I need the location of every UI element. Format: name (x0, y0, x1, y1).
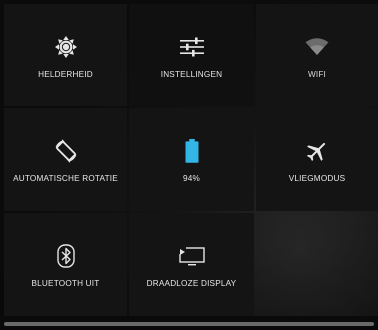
tile-label: DRAADLOZE DISPLAY (146, 279, 237, 288)
tile-label: INSTELLINGEN (160, 70, 223, 79)
settings-sliders-icon (172, 34, 212, 60)
wifi-icon (297, 34, 337, 60)
tile-airplane-mode[interactable]: VLIEGMODUS (256, 108, 378, 211)
tile-wireless-display[interactable]: DRAADLOZE DISPLAY (129, 213, 254, 316)
brightness-icon (46, 34, 86, 60)
tile-battery[interactable]: 94% (129, 108, 254, 211)
battery-icon (172, 138, 212, 164)
tile-bluetooth[interactable]: BLUETOOTH UIT (4, 213, 127, 316)
airplane-icon (297, 138, 337, 164)
tile-brightness[interactable]: HELDERHEID (4, 4, 127, 106)
bluetooth-icon (46, 243, 86, 269)
tile-wifi[interactable]: WIFI (256, 4, 378, 106)
tile-label: WIFI (307, 70, 327, 79)
panel-drag-handle[interactable] (4, 322, 374, 326)
auto-rotate-icon (46, 138, 86, 164)
tile-auto-rotate[interactable]: AUTOMATISCHE ROTATIE (4, 108, 127, 211)
tile-settings[interactable]: INSTELLINGEN (129, 4, 254, 106)
tile-label: HELDERHEID (38, 70, 93, 79)
tile-label: AUTOMATISCHE ROTATIE (13, 174, 118, 183)
tile-label: VLIEGMODUS (288, 174, 346, 183)
quick-settings-panel: HELDERHEID INSTELLINGEN WIFI AUTOMATISCH… (4, 4, 378, 316)
empty-tile (256, 213, 378, 316)
cast-screen-icon (172, 243, 212, 269)
battery-level-label: 94% (183, 174, 200, 183)
tile-label: BLUETOOTH UIT (31, 279, 100, 288)
